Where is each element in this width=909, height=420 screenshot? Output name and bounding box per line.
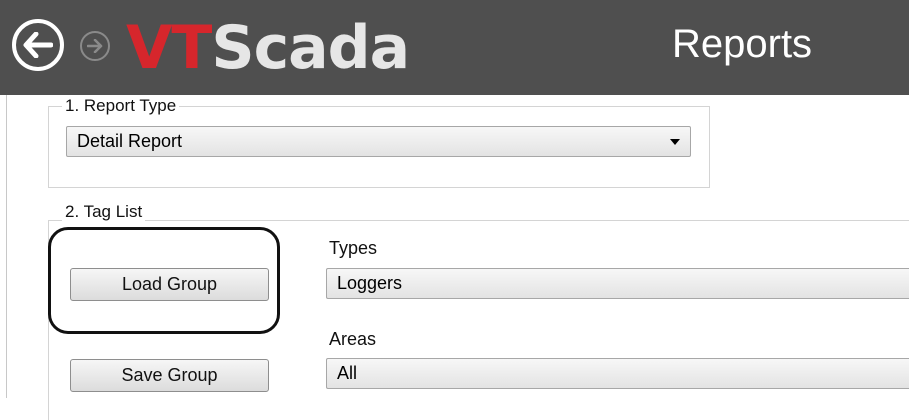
types-value: Loggers [337,273,403,293]
types-label: Types [329,238,378,258]
header-bar: VT Scada Reports [0,0,909,95]
save-group-button[interactable]: Save Group [70,359,269,392]
logo-vt-text: VT [126,13,212,83]
page-title: Reports [672,22,813,66]
areas-value: All [337,363,358,383]
areas-label: Areas [329,329,377,349]
left-divider [6,95,7,398]
back-button[interactable] [12,19,64,71]
report-type-value: Detail Report [77,131,183,151]
types-dropdown[interactable]: Loggers [326,268,909,299]
back-arrow-icon [23,32,53,58]
forward-button[interactable] [80,31,110,61]
areas-dropdown[interactable]: All [326,358,909,389]
load-group-button[interactable]: Load Group [70,268,269,301]
tag-list-legend: 2. Tag List [62,202,146,222]
vtscada-logo: VT Scada [126,8,410,88]
report-type-dropdown[interactable]: Detail Report [66,126,691,157]
logo-scada-text: Scada [211,13,410,83]
forward-arrow-icon [87,39,103,53]
chevron-down-icon [670,139,680,145]
report-type-legend: 1. Report Type [62,96,180,116]
